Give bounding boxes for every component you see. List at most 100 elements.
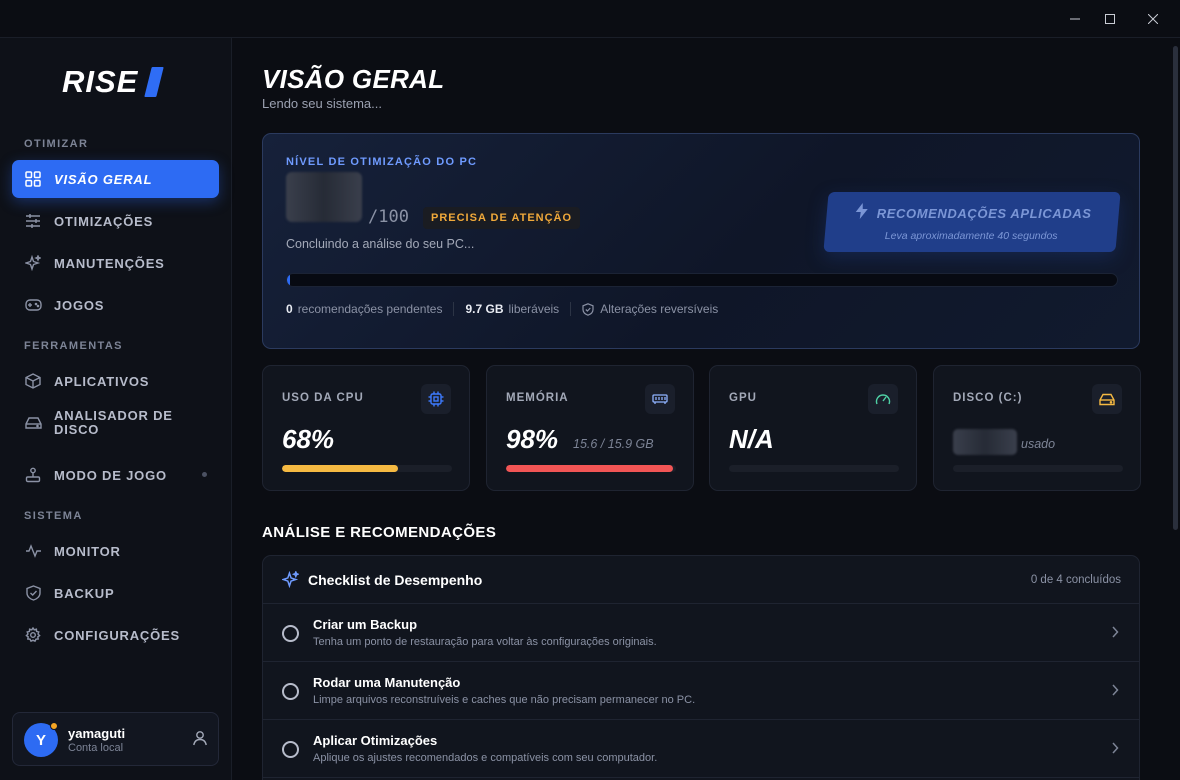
sidebar-item-monitor[interactable]: MONITOR [12, 532, 219, 570]
sparkles-icon [280, 570, 300, 593]
apply-recommendations-button[interactable]: RECOMENDAÇÕES APLICADAS Leva aproximadam… [823, 192, 1121, 252]
cpu-usage-value: 68% [282, 424, 335, 454]
gauge-icon [868, 384, 898, 414]
hero-stats: 0 recomendações pendentes 9.7 GB liberáv… [286, 302, 718, 316]
cpu-usage-bar [282, 465, 452, 472]
checklist-radio[interactable] [282, 741, 299, 758]
checklist-header: Checklist de Desempenho 0 de 4 concluído… [263, 556, 1139, 604]
chevron-right-icon [1111, 683, 1119, 701]
optimization-level-label: NÍVEL DE OTIMIZAÇÃO DO PC [286, 156, 478, 168]
game-mode-status-dot [202, 472, 207, 477]
apply-recommendations-duration: Leva aproximadamente 40 segundos [884, 229, 1058, 242]
cpu-usage-fill [282, 465, 398, 472]
user-status-dot [50, 722, 58, 730]
sidebar-item-label: BACKUP [54, 585, 115, 601]
checklist-item-backup[interactable]: Criar um Backup Tenha um ponto de restau… [263, 604, 1139, 662]
divider [453, 302, 455, 316]
memory-bar [506, 465, 676, 472]
memory-fill [506, 465, 673, 472]
pending-label: recomendações pendentes [297, 302, 443, 316]
gear-icon [24, 626, 42, 644]
gpu-card: GPU N/A [709, 365, 917, 491]
sidebar-item-label: OTIMIZAÇÕES [54, 213, 154, 229]
disk-label: DISCO (C:) [953, 392, 1023, 404]
disk-used-label: usado [1021, 437, 1056, 451]
title-bar [0, 0, 1180, 38]
checklist-progress: 0 de 4 concluídos [1030, 574, 1121, 586]
freeable-size: 9.7 GB [465, 302, 504, 316]
sidebar-item-apps[interactable]: APLICATIVOS [12, 362, 219, 400]
analysis-progress-bar [286, 273, 1118, 287]
gamepad-icon [24, 296, 42, 314]
section-label-system: SISTEMA [24, 510, 83, 522]
sidebar-item-optimizations[interactable]: OTIMIZAÇÕES [12, 202, 219, 240]
disk-usage-placeholder [953, 429, 1017, 455]
checklist-item-maintenance[interactable]: Rodar uma Manutenção Limpe arquivos reco… [263, 662, 1139, 720]
checklist-title: Checklist de Desempenho [308, 572, 483, 588]
sidebar-item-label: CONFIGURAÇÕES [54, 627, 180, 643]
sidebar-item-label: MONITOR [54, 543, 121, 559]
status-badge: PRECISA DE ATENÇÃO [423, 207, 581, 229]
page-subtitle: Lendo seu sistema... [262, 96, 382, 111]
minimize-icon [1070, 18, 1080, 20]
user-card[interactable]: Y yamaguti Conta local [12, 712, 219, 766]
cpu-usage-card: USO DA CPU 68% [262, 365, 470, 491]
sidebar-item-label: MODO DE JOGO [54, 467, 167, 483]
sidebar-item-maintenance[interactable]: MANUTENÇÕES [12, 244, 219, 282]
close-icon [1148, 14, 1158, 24]
checklist-item-optimizations[interactable]: Aplicar Otimizações Aplique os ajustes r… [263, 720, 1139, 778]
sidebar-item-game-mode[interactable]: MODO DE JOGO [12, 456, 219, 494]
checklist-item-description: Limpe arquivos reconstruíveis e caches q… [313, 694, 696, 706]
cpu-icon [421, 384, 451, 414]
sidebar-item-overview[interactable]: VISÃO GERAL [12, 160, 219, 198]
user-profile-icon[interactable] [192, 730, 208, 751]
memory-value: 98% [506, 424, 559, 454]
disk-card: DISCO (C:) usado [933, 365, 1141, 491]
sidebar-item-label: VISÃO GERAL [54, 171, 153, 187]
sidebar-item-label: JOGOS [54, 297, 105, 313]
lightning-icon [854, 202, 868, 224]
analysis-section-title: ANÁLISE E RECOMENDAÇÕES [262, 524, 497, 541]
memory-icon [645, 384, 675, 414]
memory-label: MEMÓRIA [506, 392, 569, 404]
sidebar-item-settings[interactable]: CONFIGURAÇÕES [12, 616, 219, 654]
disk-bar [953, 465, 1123, 472]
analysis-progress-fill [287, 274, 291, 286]
sidebar-item-games[interactable]: JOGOS [12, 286, 219, 324]
checklist-item-title: Aplicar Otimizações [313, 733, 438, 748]
score-max: /100 [368, 207, 409, 227]
logo-bar [144, 67, 165, 97]
reversible-label: Alterações reversíveis [600, 302, 719, 316]
joystick-icon [24, 466, 42, 484]
analysis-status: Concluindo a análise do seu PC... [286, 237, 475, 251]
divider [570, 302, 572, 316]
checklist-item-title: Rodar uma Manutenção [313, 675, 461, 690]
checklist-item-title: Criar um Backup [313, 617, 418, 632]
close-button[interactable] [1130, 0, 1176, 38]
sidebar-item-label: APLICATIVOS [54, 373, 150, 389]
shield-check-icon [582, 302, 594, 316]
grid-icon [24, 170, 42, 188]
checklist-radio[interactable] [282, 625, 299, 642]
scrollbar[interactable] [1173, 46, 1178, 530]
shield-icon [24, 584, 42, 602]
cpu-usage-label: USO DA CPU [282, 392, 364, 404]
main-content: VISÃO GERAL Lendo seu sistema... NÍVEL D… [233, 38, 1180, 780]
checklist-item-description: Aplique os ajustes recomendados e compat… [313, 752, 658, 764]
score-placeholder [286, 172, 362, 222]
sidebar-item-backup[interactable]: BACKUP [12, 574, 219, 612]
checklist-radio[interactable] [282, 683, 299, 700]
chevron-right-icon [1111, 741, 1119, 759]
gpu-label: GPU [729, 392, 757, 404]
sliders-icon [24, 212, 42, 230]
maximize-icon [1105, 14, 1115, 24]
package-icon [24, 372, 42, 390]
apply-recommendations-label: RECOMENDAÇÕES APLICADAS [876, 205, 1092, 221]
pending-count: 0 [286, 302, 293, 316]
sidebar-item-disk-analyzer[interactable]: ANALISADOR DE DISCO [12, 400, 219, 446]
maximize-button[interactable] [1087, 0, 1133, 38]
sidebar-item-label: MANUTENÇÕES [54, 255, 165, 271]
page-title: VISÃO GERAL [262, 64, 445, 94]
sparkles-icon [24, 254, 42, 272]
freeable-label: liberáveis [508, 302, 560, 316]
